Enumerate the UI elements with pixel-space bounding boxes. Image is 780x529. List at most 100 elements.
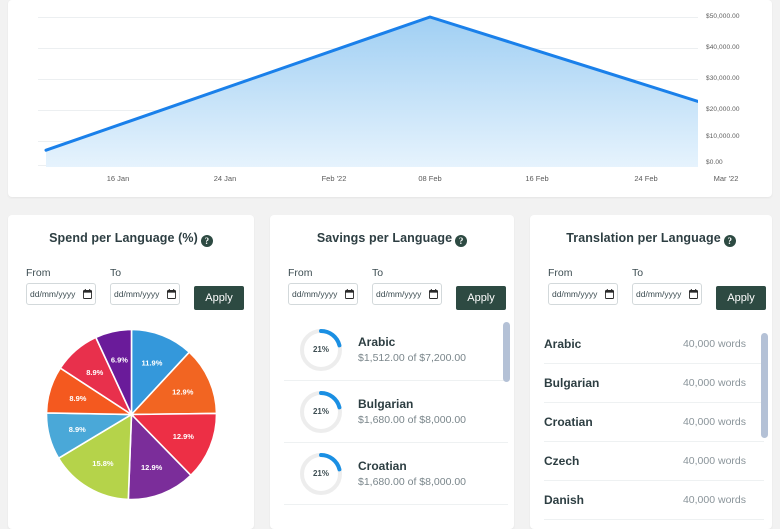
x-axis-tick: 24 Jan <box>213 174 237 183</box>
apply-button[interactable]: Apply <box>194 286 244 310</box>
pie-slice-label: 8.9% <box>68 425 85 434</box>
pie-slice-label: 15.8% <box>92 459 114 468</box>
panel-title-text: Savings per Language <box>316 231 453 245</box>
savings-list[interactable]: 21% Arabic $1,512.00 of $7,200.00 21% Bulgar… <box>284 319 508 529</box>
x-axis-tick: Mar '22 <box>713 174 739 183</box>
y-axis-tick: $20,000.00 <box>706 106 740 113</box>
savings-amount: $1,512.00 of $7,200.00 <box>358 352 467 364</box>
to-label: To <box>372 267 384 279</box>
calendar-icon[interactable] <box>605 289 614 299</box>
translation-language-name: Croatian <box>544 415 593 429</box>
x-axis-tick: 16 Feb <box>525 174 549 183</box>
pie-slice-label: 12.9% <box>172 432 194 441</box>
progress-ring-percent: 21% <box>312 469 329 478</box>
spend-per-language-panel: Spend per Language (%)? From dd/mm/yyyy … <box>8 215 254 529</box>
apply-button[interactable]: Apply <box>716 286 766 310</box>
from-date-value: dd/mm/yyyy <box>292 289 338 299</box>
translation-list[interactable]: Arabic 40,000 words Bulgarian 40,000 words C… <box>544 325 764 529</box>
pie-slice-label: 8.9% <box>69 394 86 403</box>
savings-row[interactable]: 21% Arabic $1,512.00 of $7,200.00 <box>284 319 508 381</box>
y-axis-tick: $40,000.00 <box>706 44 740 51</box>
translation-row[interactable]: Croatian 40,000 words <box>544 403 764 442</box>
pie-slice-label: 12.9% <box>141 463 163 472</box>
x-axis-tick: 16 Jan <box>106 174 130 183</box>
x-axis-tick: Feb '22 <box>321 174 347 183</box>
from-date-input[interactable]: dd/mm/yyyy <box>548 283 618 305</box>
savings-language-name: Bulgarian <box>358 397 414 411</box>
x-axis-tick: 24 Feb <box>634 174 658 183</box>
from-field-group: From dd/mm/yyyy <box>548 267 618 305</box>
translation-row[interactable]: Bulgarian 40,000 words <box>544 364 764 403</box>
to-date-input[interactable]: dd/mm/yyyy <box>632 283 702 305</box>
pie-slice-label: 8.9% <box>86 368 103 377</box>
savings-row[interactable]: 21% Croatian $1,680.00 of $8,000.00 <box>284 443 508 505</box>
calendar-icon[interactable] <box>689 289 698 299</box>
spend-pie-chart: 11.9% 12.9% 12.9% 12.9% 15.8% 8.9% 8.9% 8.9% 6.9… <box>8 327 254 502</box>
savings-row-text: Arabic $1,512.00 of $7,200.00 <box>358 335 466 364</box>
from-label: From <box>548 267 573 279</box>
date-filter-row: From dd/mm/yyyy To dd/mm/yyyy Apply <box>288 267 506 319</box>
translation-language-name: Czech <box>544 454 580 468</box>
to-date-input[interactable]: dd/mm/yyyy <box>372 283 442 305</box>
translation-word-count: 40,000 words <box>682 338 746 350</box>
calendar-icon[interactable] <box>83 289 92 299</box>
translation-language-name: Danish <box>544 493 585 507</box>
progress-ring: 21% <box>298 389 344 435</box>
savings-language-name: Croatian <box>358 459 407 473</box>
savings-per-language-panel: Savings per Language? From dd/mm/yyyy To… <box>270 215 514 529</box>
to-label: To <box>110 267 122 279</box>
savings-scrollbar-thumb[interactable] <box>503 322 510 382</box>
pie-slice-label: 6.9% <box>110 356 127 365</box>
help-circle-icon[interactable]: ? <box>455 235 468 247</box>
savings-amount: $1,680.00 of $8,000.00 <box>358 476 467 488</box>
calendar-icon[interactable] <box>167 289 176 299</box>
translation-row[interactable]: Czech 40,000 words <box>544 442 764 481</box>
to-field-group: To dd/mm/yyyy <box>110 267 180 305</box>
to-label: To <box>632 267 644 279</box>
translation-scrollbar-thumb[interactable] <box>761 333 768 438</box>
apply-button[interactable]: Apply <box>456 286 506 310</box>
translation-word-count: 40,000 words <box>682 377 746 389</box>
progress-ring-percent: 21% <box>312 407 329 416</box>
pie-chart-svg: 11.9% 12.9% 12.9% 12.9% 15.8% 8.9% 8.9% 8.9% 6.9… <box>45 328 217 501</box>
help-circle-icon[interactable]: ? <box>200 235 213 247</box>
savings-row-text: Bulgarian $1,680.00 of $8,000.00 <box>358 397 466 426</box>
progress-ring-percent: 21% <box>312 345 329 354</box>
translation-scrollbar[interactable] <box>761 325 768 529</box>
translation-language-name: Arabic <box>544 337 582 351</box>
savings-amount: $1,680.00 of $8,000.00 <box>358 414 467 426</box>
panel-title-text: Translation per Language <box>566 231 721 245</box>
area-chart-plot <box>38 10 698 167</box>
translation-per-language-panel: Translation per Language? From dd/mm/yyy… <box>530 215 772 529</box>
panel-title: Savings per Language? <box>270 215 514 247</box>
progress-ring: 21% <box>298 327 344 373</box>
translation-row[interactable]: Danish 40,000 words <box>544 481 764 520</box>
translation-word-count: 40,000 words <box>682 455 746 467</box>
calendar-icon[interactable] <box>345 289 354 299</box>
calendar-icon[interactable] <box>429 289 438 299</box>
from-label: From <box>288 267 313 279</box>
to-date-input[interactable]: dd/mm/yyyy <box>110 283 180 305</box>
to-date-value: dd/mm/yyyy <box>376 289 422 299</box>
panel-title-text: Spend per Language (%) <box>49 231 198 245</box>
panel-title: Translation per Language? <box>530 215 772 247</box>
savings-row[interactable]: 21% Bulgarian $1,680.00 of $8,000.00 <box>284 381 508 443</box>
progress-ring: 21% <box>298 451 344 497</box>
from-field-group: From dd/mm/yyyy <box>26 267 96 305</box>
y-axis-tick: $30,000.00 <box>706 75 740 82</box>
from-date-value: dd/mm/yyyy <box>30 289 76 299</box>
from-date-input[interactable]: dd/mm/yyyy <box>288 283 358 305</box>
panel-title: Spend per Language (%)? <box>8 215 254 247</box>
from-label: From <box>26 267 51 279</box>
date-filter-row: From dd/mm/yyyy To dd/mm/yyyy Apply <box>26 267 244 319</box>
pie-slice-label: 11.9% <box>141 358 162 367</box>
spend-over-time-chart-card: $50,000.00 $40,000.00 $30,000.00 $20,000… <box>8 0 772 197</box>
savings-language-name: Arabic <box>358 335 396 349</box>
translation-row[interactable]: Arabic 40,000 words <box>544 325 764 364</box>
date-filter-row: From dd/mm/yyyy To dd/mm/yyyy Apply <box>548 267 766 319</box>
translation-language-name: Bulgarian <box>544 376 600 390</box>
savings-row-text: Croatian $1,680.00 of $8,000.00 <box>358 459 466 488</box>
help-circle-icon[interactable]: ? <box>723 235 736 247</box>
from-date-input[interactable]: dd/mm/yyyy <box>26 283 96 305</box>
savings-scrollbar[interactable] <box>503 319 510 529</box>
